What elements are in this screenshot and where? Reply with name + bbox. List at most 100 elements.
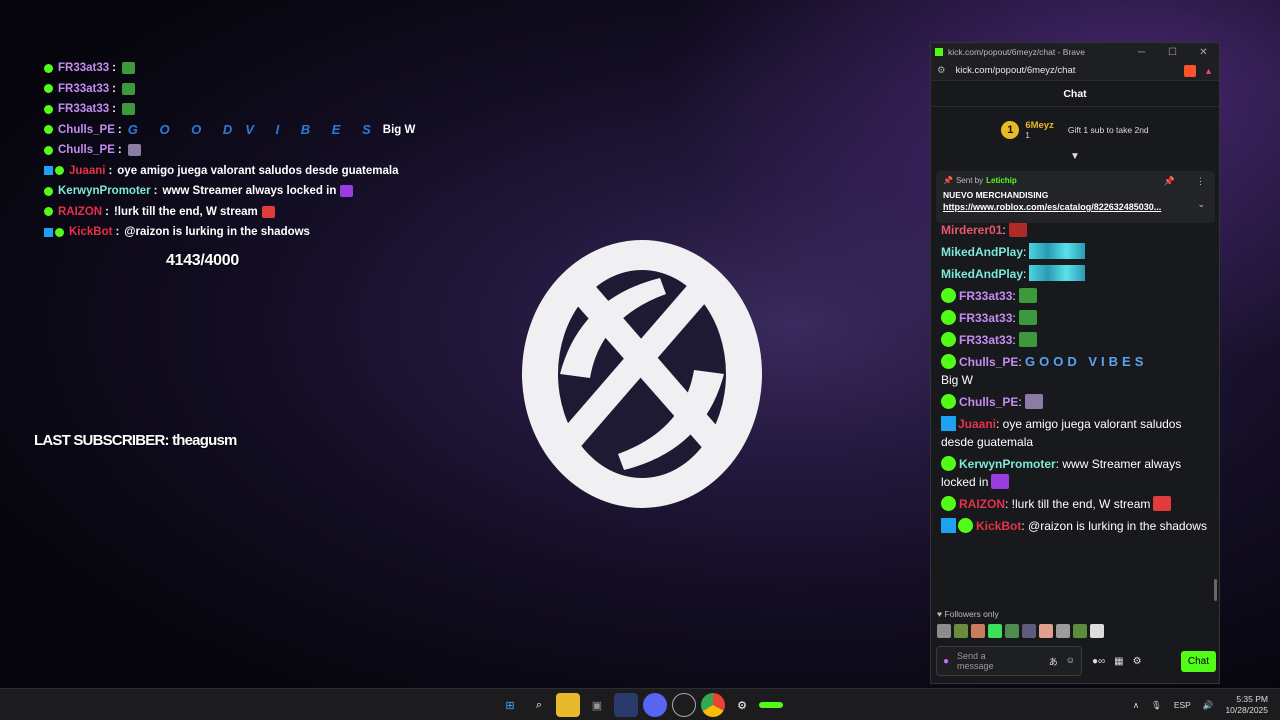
emote [121,62,135,75]
file-explorer-icon[interactable] [556,693,580,717]
chat-username[interactable]: Chulls_PE [959,355,1018,369]
kicks-icon[interactable]: ●∞ [1092,656,1105,667]
chat-input[interactable]: ● Send a message あ ☺ [936,646,1082,676]
pinned-sent-by: Sent by [955,176,984,185]
overlay-chat-line: FR33at33: [44,79,464,100]
clock[interactable]: 5:35 PM 10/28/2025 [1225,694,1268,716]
chat-username[interactable]: KickBot [976,519,1021,533]
maximize-button[interactable]: ☐ [1157,47,1188,58]
chat-message: Mirderer01: [941,221,1211,239]
chevron-up-icon[interactable]: ∧ [1133,700,1139,711]
verified-badge-icon [55,166,64,176]
verified-badge-icon [941,288,956,303]
site-settings-icon[interactable]: ⚙ [937,65,946,76]
store-icon[interactable]: ▦ [1114,656,1123,667]
badge-icon [44,145,53,155]
chat-username[interactable]: FR33at33 [959,311,1012,325]
overlay-username: FR33at33 [58,103,110,116]
chat-username[interactable]: Mirderer01 [941,223,1002,237]
chat-message: Juaani: oye amigo juega valorant saludos… [941,415,1211,451]
emote[interactable] [1005,624,1019,638]
chat-username[interactable]: Juaani [958,417,996,431]
chat-username[interactable]: MikedAndPlay [941,267,1023,281]
emote[interactable] [1039,624,1053,638]
brave-rewards-icon[interactable]: ▲ [1204,66,1213,76]
badge-icon [44,104,53,114]
chat-username[interactable]: FR33at33 [959,289,1012,303]
brave-shields-icon[interactable] [1184,64,1197,77]
pinned-title: NUEVO MERCHANDISING [943,190,1049,200]
window-titlebar: kick.com/popout/6meyz/chat - Brave ─ ☐ ✕ [931,43,1219,61]
emote[interactable] [988,624,1002,638]
url-text[interactable]: kick.com/popout/6meyz/chat [956,65,1076,76]
chat-header: Chat [931,81,1219,107]
emoji-icon[interactable]: ☺ [1066,655,1075,668]
send-chat-button[interactable]: Chat [1180,650,1216,672]
gifter-name[interactable]: 6Meyz [1025,120,1054,131]
emote [121,103,135,116]
more-options-icon[interactable]: ⋮ [1196,176,1205,187]
store-icon[interactable]: ▣ [585,693,609,717]
overlay-chat-line: Chulls_PE: G O O DV I B E S Big W [44,120,464,141]
gift-sub-cta[interactable]: Gift 1 sub to take 2nd [1068,125,1149,135]
emote[interactable] [1022,624,1036,638]
search-icon[interactable]: ⌕ [527,693,551,717]
steam-icon[interactable]: ⚙ [730,693,754,717]
clock-date: 10/28/2025 [1225,705,1268,715]
badge-icon [44,166,53,176]
overlay-message: Big W [382,123,416,136]
translate-icon[interactable]: あ [1049,655,1058,668]
overlay-message: www Streamer always locked in [162,185,337,198]
windows-start-icon[interactable]: ⊞ [498,693,522,717]
discord-icon[interactable] [643,693,667,717]
last-subscriber-label: LAST SUBSCRIBER: theagusm [34,432,237,449]
chat-message: RAIZON: !lurk till the end, W stream [941,495,1211,513]
language-indicator[interactable]: ESP [1174,700,1191,710]
emote[interactable] [1090,624,1104,638]
emote[interactable] [954,624,968,638]
window-title: kick.com/popout/6meyz/chat - Brave [948,47,1086,57]
microphone-icon[interactable]: ● [943,656,949,667]
settings-gear-icon[interactable]: ⚙ [1133,656,1142,667]
network-volume-icon[interactable]: 🔊 [1203,700,1214,711]
emote[interactable] [1073,624,1087,638]
pinned-link[interactable]: https://www.roblox.com/es/catalog/822632… [943,202,1193,212]
unpin-icon[interactable]: 📌 [1164,176,1175,187]
verified-badge-icon [55,227,64,237]
overlay-username: Chulls_PE [58,144,115,157]
chat-text: : !lurk till the end, W stream [1005,497,1151,511]
chat-username[interactable]: KerwynPromoter [959,457,1056,471]
chat-text: : [1018,395,1022,409]
chat-username[interactable]: MikedAndPlay [941,245,1023,259]
chat-message: MikedAndPlay: [941,265,1211,283]
emote[interactable] [937,624,951,638]
taskbar: ⊞ ⌕ ▣ ⚙ ∧ 🎙 ESP 🔊 5:35 PM 10/28/2025 [0,688,1280,720]
chrome-icon[interactable] [701,693,725,717]
pinned-user[interactable]: Letichip [986,176,1017,185]
emote[interactable] [971,624,985,638]
microphone-icon[interactable]: 🎙 [1151,700,1162,711]
obs-icon[interactable] [672,693,696,717]
address-bar[interactable]: ⚙ kick.com/popout/6meyz/chat ▲ [931,61,1219,81]
chat-scrollbar[interactable] [1214,579,1217,601]
expand-arrow-icon[interactable]: ▼ [931,152,1219,164]
chat-username[interactable]: FR33at33 [959,333,1012,347]
chat-username[interactable]: RAIZON [959,497,1005,511]
chat-text: Big W [941,373,974,387]
chevron-down-icon[interactable]: ⌄ [1197,199,1205,210]
verified-badge-icon [941,456,956,471]
verified-badge-icon [941,332,956,347]
pinned-message[interactable]: 📌 Sent by Letichip NUEVO MERCHANDISING h… [936,171,1215,223]
vscode-icon[interactable] [614,693,638,717]
top-gifter-bar: 1 6Meyz 1 Gift 1 sub to take 2nd [931,107,1219,152]
chat-message: KerwynPromoter: www Streamer always lock… [941,455,1211,491]
emote [1153,496,1172,511]
badge-icon [44,125,53,135]
close-button[interactable]: ✕ [1188,47,1219,58]
chat-message: FR33at33: [941,331,1211,349]
chat-message: MikedAndPlay: [941,243,1211,261]
minimize-button[interactable]: ─ [1126,47,1157,58]
emote[interactable] [1056,624,1070,638]
kick-app-icon[interactable] [759,702,783,708]
chat-username[interactable]: Chulls_PE [959,395,1018,409]
